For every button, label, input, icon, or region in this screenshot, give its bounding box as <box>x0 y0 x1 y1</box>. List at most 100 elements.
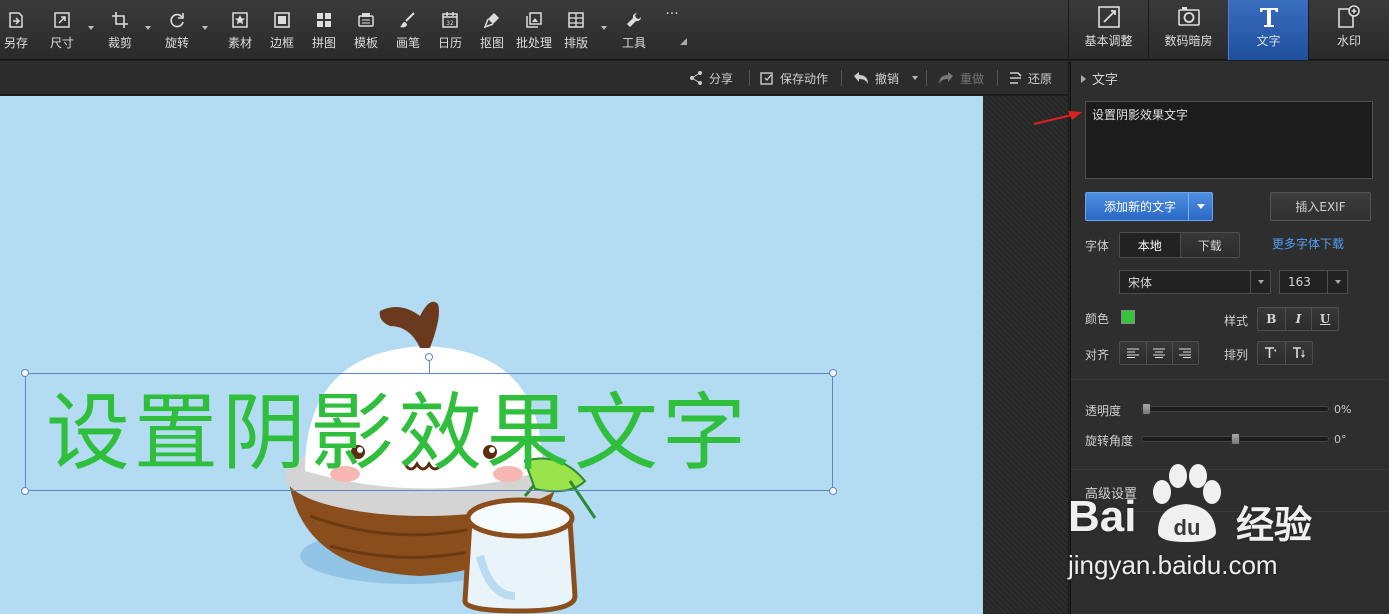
rotation-slider-thumb[interactable] <box>1231 433 1240 445</box>
chevron-down-icon <box>1196 204 1205 209</box>
toolbar-save-as[interactable]: 另存 <box>2 0 30 60</box>
horizontal-text-button[interactable] <box>1258 342 1285 364</box>
font-source-toggle: 本地 下载 <box>1119 232 1240 258</box>
cutout-icon <box>483 13 499 29</box>
chevron-down-icon[interactable] <box>145 26 151 30</box>
horizontal-text-icon <box>1265 347 1277 358</box>
toolbar-tools[interactable]: 工具 <box>620 0 648 60</box>
align-left-button[interactable] <box>1120 342 1146 364</box>
vertical-text-button[interactable] <box>1284 342 1312 364</box>
resize-icon <box>54 12 70 28</box>
font-source-local[interactable]: 本地 <box>1120 233 1180 257</box>
text-settings-panel: 文字 设置阴影效果文字 添加新的文字 插入EXIF 字体 本地 下载 更多字体下… <box>1070 61 1389 614</box>
section-header-text[interactable]: 文字 <box>1081 69 1118 88</box>
font-label: 字体 <box>1085 239 1110 253</box>
divider <box>749 70 750 86</box>
save-action-icon <box>760 72 773 85</box>
opacity-slider[interactable] <box>1141 403 1329 415</box>
chevron-down-icon <box>1327 271 1347 293</box>
add-text-label: 添加新的文字 <box>1103 200 1176 214</box>
toolbar-calendar[interactable]: 32 日历 <box>436 0 464 60</box>
arrange-label: 排列 <box>1224 348 1249 362</box>
toolbar-material[interactable]: 素材 <box>226 0 254 60</box>
rotation-slider[interactable] <box>1141 433 1329 445</box>
rotate-handle[interactable] <box>425 353 433 361</box>
collage-icon <box>317 13 331 27</box>
align-right-button[interactable] <box>1171 342 1198 364</box>
undo-button[interactable]: 撤销 <box>852 61 919 95</box>
toolbar-batch[interactable]: 批处理 <box>514 0 554 60</box>
tab-basic-adjust[interactable]: 基本调整 <box>1068 0 1148 60</box>
tab-watermark[interactable]: 水印 <box>1308 0 1389 60</box>
rotate-handle-line <box>429 361 430 374</box>
toolbar-brush[interactable]: 画笔 <box>394 0 422 60</box>
align-center-button[interactable] <box>1145 342 1172 364</box>
toolbar-layout[interactable]: 排版 <box>562 0 590 60</box>
add-text-dropdown[interactable] <box>1188 193 1212 220</box>
expand-corner-icon[interactable] <box>680 38 687 45</box>
toolbar-label: 抠图 <box>479 36 504 50</box>
photo-canvas[interactable]: 设置阴影效果文字 <box>0 96 983 614</box>
chevron-down-icon[interactable] <box>202 26 208 30</box>
chevron-down-icon[interactable] <box>88 26 94 30</box>
batch-icon <box>526 12 542 28</box>
resize-handle-tl[interactable] <box>21 369 29 377</box>
font-family-select[interactable]: 宋体 <box>1119 270 1271 294</box>
tab-label: 数码暗房 <box>1164 34 1213 48</box>
vertical-text-icon <box>1292 347 1305 358</box>
restore-button[interactable]: 还原 <box>1007 61 1052 95</box>
tab-darkroom[interactable]: 数码暗房 <box>1148 0 1228 60</box>
resize-handle-bl[interactable] <box>21 487 29 495</box>
toolbar-border[interactable]: 边框 <box>268 0 296 60</box>
chevron-down-icon[interactable] <box>601 26 607 30</box>
insert-exif-button[interactable]: 插入EXIF <box>1270 192 1371 221</box>
toolbar-label: 排版 <box>563 36 588 50</box>
toolbar-template[interactable]: 模板 <box>352 0 380 60</box>
toolbar-label: 画笔 <box>395 36 420 50</box>
underline-button[interactable]: U <box>1311 308 1338 330</box>
advanced-settings-label[interactable]: 高级设置 <box>1085 483 1137 502</box>
rotation-label: 旋转角度 <box>1085 434 1134 448</box>
add-text-button[interactable]: 添加新的文字 <box>1085 192 1213 221</box>
share-button[interactable]: 分享 <box>688 61 733 95</box>
wrench-icon <box>627 12 642 27</box>
chevron-down-icon <box>1250 271 1270 293</box>
main-toolbar: 另存 尺寸 裁剪 旋转 素材 边框 拼图 模板 画笔 32 日历 抠图 批处理 … <box>0 0 1068 60</box>
divider <box>1071 469 1389 470</box>
resize-handle-tr[interactable] <box>829 369 837 377</box>
style-label: 样式 <box>1224 314 1249 328</box>
right-tab-bar: 基本调整 数码暗房 文字 水印 <box>1068 0 1389 60</box>
chevron-down-icon[interactable] <box>912 76 919 80</box>
align-right-icon <box>1179 348 1192 358</box>
toolbar-collage[interactable]: 拼图 <box>310 0 338 60</box>
tab-text[interactable]: 文字 <box>1228 0 1308 60</box>
redo-button[interactable]: 重做 <box>937 61 984 95</box>
opacity-slider-thumb[interactable] <box>1142 403 1151 415</box>
italic-button[interactable]: I <box>1284 308 1312 330</box>
toolbar-resize[interactable]: 尺寸 <box>48 0 76 60</box>
toolbar-cutout[interactable]: 抠图 <box>478 0 506 60</box>
font-source-download[interactable]: 下载 <box>1179 233 1239 257</box>
more-fonts-link[interactable]: 更多字体下载 <box>1272 235 1344 252</box>
action-bar: 分享 保存动作 撤销 重做 还原 <box>0 61 1068 95</box>
align-label: 对齐 <box>1085 348 1110 362</box>
save-action-label: 保存动作 <box>780 71 829 86</box>
divider <box>841 70 842 86</box>
color-label: 颜色 <box>1085 312 1110 326</box>
tab-label: 基本调整 <box>1084 34 1133 48</box>
divider <box>997 70 998 86</box>
resize-handle-br[interactable] <box>829 487 837 495</box>
toolbar-rotate[interactable]: 旋转 <box>163 0 191 60</box>
save-action-button[interactable]: 保存动作 <box>759 61 828 95</box>
toolbar-label: 批处理 <box>515 36 552 50</box>
toolbar-label: 模板 <box>353 36 378 50</box>
toolbar-crop[interactable]: 裁剪 <box>106 0 134 60</box>
color-swatch[interactable] <box>1121 310 1135 324</box>
font-size-select[interactable]: 163 <box>1279 270 1348 294</box>
text-selection-box[interactable]: 设置阴影效果文字 <box>21 353 837 495</box>
share-icon <box>690 71 702 85</box>
toolbar-more[interactable]: ··· <box>660 0 684 60</box>
rotate-icon <box>170 13 184 28</box>
text-content-input[interactable]: 设置阴影效果文字 <box>1085 101 1373 179</box>
bold-button[interactable]: B <box>1258 308 1285 330</box>
